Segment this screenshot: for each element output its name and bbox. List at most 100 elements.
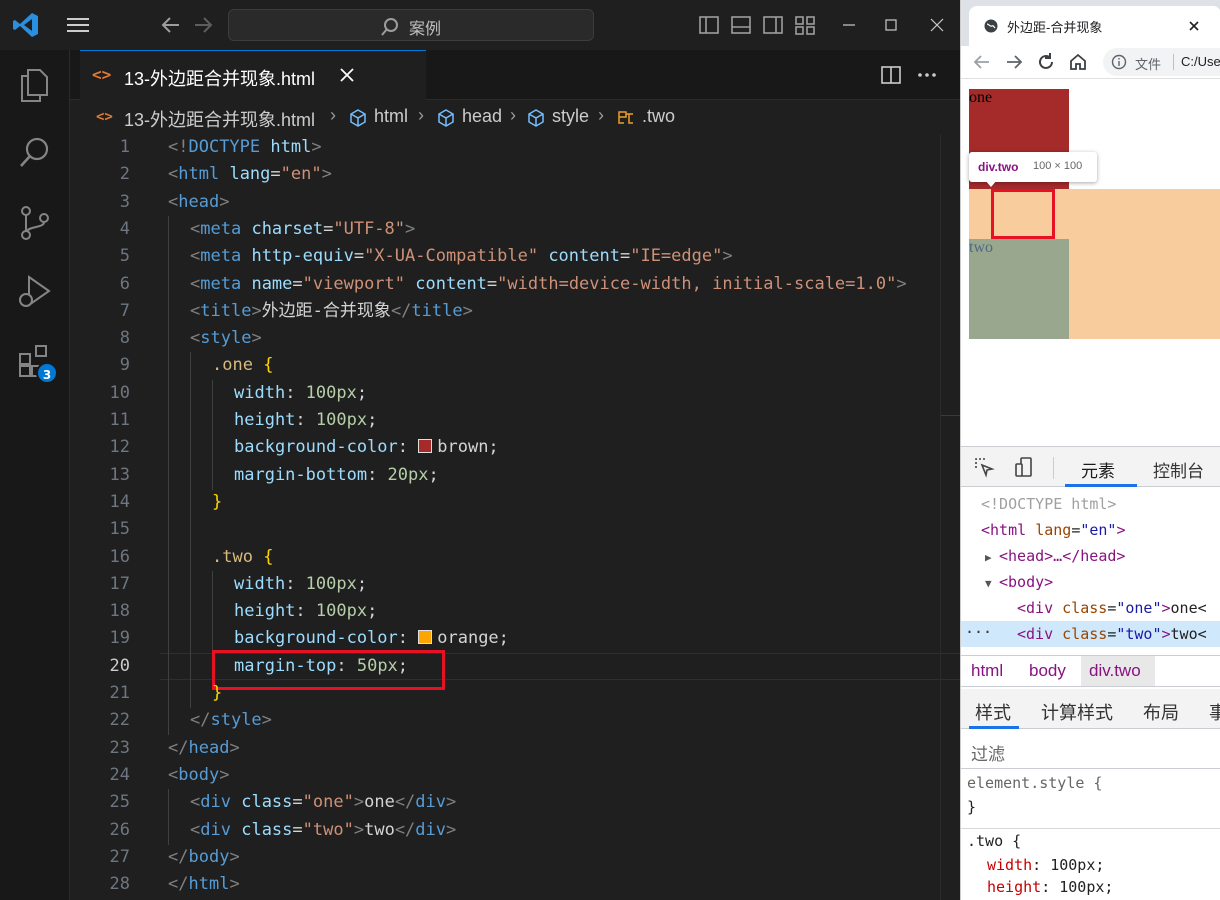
tab-elements[interactable]: 元素 bbox=[1081, 457, 1115, 482]
device-toolbar-icon[interactable] bbox=[1013, 456, 1035, 478]
two-rule-selector[interactable]: .two { bbox=[967, 829, 1021, 853]
source-control-icon[interactable] bbox=[16, 204, 54, 242]
inspect-element-icon[interactable] bbox=[973, 456, 995, 478]
code-line[interactable]: 21} bbox=[70, 680, 960, 708]
expand-triangle-icon[interactable]: ▶ bbox=[985, 545, 999, 571]
dom-tree[interactable]: <!DOCTYPE html> <html lang="en"> ▶ <head>… bbox=[961, 491, 1220, 651]
close-window-icon[interactable] bbox=[926, 14, 948, 36]
code-line[interactable]: 2 <html lang="en"> bbox=[70, 161, 960, 188]
search-icon[interactable] bbox=[16, 134, 54, 172]
dom-body[interactable]: ▼ <body> bbox=[961, 569, 1220, 595]
code-line[interactable]: 4 <meta charset="UTF-8"> bbox=[70, 215, 960, 244]
code-line[interactable]: 6 <meta name="viewport" content="width=de… bbox=[70, 270, 960, 299]
element-style-rule[interactable]: element.style { bbox=[967, 771, 1102, 795]
tab-console[interactable]: 控制台 bbox=[1153, 457, 1204, 482]
code-line[interactable]: 24 <body> bbox=[70, 762, 960, 789]
explorer-icon[interactable] bbox=[16, 66, 54, 104]
code-line[interactable]: 1 <!DOCTYPE html> bbox=[70, 134, 960, 161]
style-prop-width[interactable]: width: 100px; bbox=[987, 853, 1104, 877]
tab-computed[interactable]: 计算样式 bbox=[1041, 699, 1113, 725]
split-editor-icon[interactable] bbox=[880, 64, 902, 86]
run-and-debug-icon[interactable] bbox=[16, 272, 54, 310]
code-line[interactable]: 15 bbox=[70, 516, 960, 545]
command-center-search[interactable]: 案例 bbox=[228, 9, 594, 41]
dom-head[interactable]: ▶ <head>…</head> bbox=[961, 543, 1220, 569]
code-line[interactable]: 10 width: 100px; bbox=[70, 379, 960, 408]
code-line[interactable]: 14} bbox=[70, 488, 960, 517]
tab-13-html[interactable]: <> 13-外边距合并现象.html bbox=[80, 50, 426, 100]
toggle-secondary-sidebar-icon[interactable] bbox=[762, 14, 784, 36]
indent-guide bbox=[168, 652, 169, 681]
tab-layout[interactable]: 布局 bbox=[1143, 699, 1179, 725]
indent-guide bbox=[168, 379, 169, 408]
breadcrumb-style[interactable]: style bbox=[552, 106, 589, 127]
code-line[interactable]: 11 height: 100px; bbox=[70, 407, 960, 435]
collapse-triangle-icon[interactable]: ▼ bbox=[985, 571, 999, 597]
style-prop-height[interactable]: height: 100px; bbox=[987, 875, 1113, 899]
menu-hamburger-icon[interactable] bbox=[64, 12, 92, 38]
toggle-primary-sidebar-icon[interactable] bbox=[698, 14, 720, 36]
code-line[interactable]: 23 </head> bbox=[70, 735, 960, 762]
forward-arrow-icon[interactable] bbox=[190, 13, 216, 37]
minimize-icon[interactable] bbox=[838, 14, 860, 36]
dom-crumb-html[interactable]: html bbox=[971, 661, 1003, 681]
reload-icon[interactable] bbox=[1035, 51, 1057, 73]
editor-scrollbar[interactable] bbox=[940, 134, 960, 900]
styles-filter-input[interactable]: 过滤 bbox=[961, 731, 1220, 769]
code-line[interactable]: 27 </body> bbox=[70, 844, 960, 871]
home-icon[interactable] bbox=[1067, 51, 1089, 73]
code-line[interactable]: 28 </html> bbox=[70, 871, 960, 898]
color-swatch[interactable] bbox=[418, 439, 433, 454]
tab-styles[interactable]: 样式 bbox=[975, 699, 1011, 725]
dom-div-one[interactable]: <div class="one">one< bbox=[961, 595, 1220, 621]
breadcrumb-file[interactable]: 13-外边距合并现象.html bbox=[124, 106, 315, 132]
page-viewport[interactable]: one two div.two 100 × 100 bbox=[961, 78, 1220, 446]
indent-guide bbox=[212, 407, 213, 435]
forward-arrow-icon[interactable] bbox=[1003, 51, 1025, 73]
browser-tab[interactable]: 外边距-合并现象 bbox=[969, 6, 1220, 46]
code-text: .one { bbox=[212, 355, 274, 376]
code-line[interactable]: 13 margin-bottom: 20px; bbox=[70, 461, 960, 490]
dom-div-two-selected[interactable]: ··· <div class="two">two< bbox=[961, 621, 1220, 647]
breadcrumb-selector[interactable]: .two bbox=[642, 106, 675, 127]
dom-html[interactable]: <html lang="en"> bbox=[961, 517, 1220, 543]
code-line[interactable]: 26 <div class="two">two</div> bbox=[70, 816, 960, 845]
scrollbar-slider[interactable] bbox=[941, 134, 960, 416]
line-number: 28 bbox=[109, 874, 130, 895]
code-line[interactable]: 25 <div class="one">one</div> bbox=[70, 789, 960, 818]
back-arrow-icon[interactable] bbox=[971, 51, 993, 73]
more-actions-icon[interactable] bbox=[916, 64, 938, 86]
code-line[interactable]: 3 <head> bbox=[70, 189, 960, 216]
close-tab-icon[interactable] bbox=[336, 64, 358, 86]
div-two-text: two bbox=[969, 239, 993, 256]
maximize-icon[interactable] bbox=[880, 14, 902, 36]
customize-layout-icon[interactable] bbox=[794, 14, 816, 36]
code-line[interactable]: 20 margin-top: 50px; bbox=[70, 652, 960, 681]
code-line[interactable]: 19 background-color: orange; bbox=[70, 625, 960, 654]
dom-crumb-div-two[interactable]: div.two bbox=[1089, 661, 1141, 681]
code-line[interactable]: 12 background-color: brown; bbox=[70, 434, 960, 463]
code-line[interactable]: 8 <style> bbox=[70, 325, 960, 354]
address-bar[interactable]: 文件 C:/Use bbox=[1103, 48, 1220, 76]
dom-crumb-body[interactable]: body bbox=[1029, 661, 1066, 681]
dom-doctype[interactable]: <!DOCTYPE html> bbox=[961, 491, 1220, 517]
color-swatch[interactable] bbox=[418, 630, 433, 645]
code-line[interactable]: 9 .one { bbox=[70, 352, 960, 381]
toggle-panel-icon[interactable] bbox=[730, 14, 752, 36]
close-tab-icon[interactable] bbox=[1185, 17, 1203, 35]
breadcrumb-html[interactable]: html bbox=[374, 106, 408, 127]
more-dots-icon[interactable]: ··· bbox=[965, 619, 992, 645]
code-line[interactable]: 22 </style> bbox=[70, 707, 960, 736]
code-line[interactable]: 5 <meta http-equiv="X-UA-Compatible" cont… bbox=[70, 243, 960, 272]
breadcrumb-head[interactable]: head bbox=[462, 106, 502, 127]
code-editor[interactable]: 1 <!DOCTYPE html> 2 <html lang="en"> 3 <head>… bbox=[70, 134, 960, 900]
code-line[interactable]: 18 height: 100px; bbox=[70, 598, 960, 627]
back-arrow-icon[interactable] bbox=[158, 13, 184, 37]
indent-guide bbox=[168, 215, 169, 244]
code-line[interactable]: 7 <title>外边距-合并现象</title> bbox=[70, 297, 960, 326]
info-icon[interactable] bbox=[1111, 54, 1127, 70]
tab-event-listeners[interactable]: 事 bbox=[1209, 699, 1220, 725]
code-line[interactable]: 16 .two { bbox=[70, 543, 960, 572]
code-line[interactable]: 17 width: 100px; bbox=[70, 570, 960, 599]
line-number: 8 bbox=[119, 328, 130, 349]
